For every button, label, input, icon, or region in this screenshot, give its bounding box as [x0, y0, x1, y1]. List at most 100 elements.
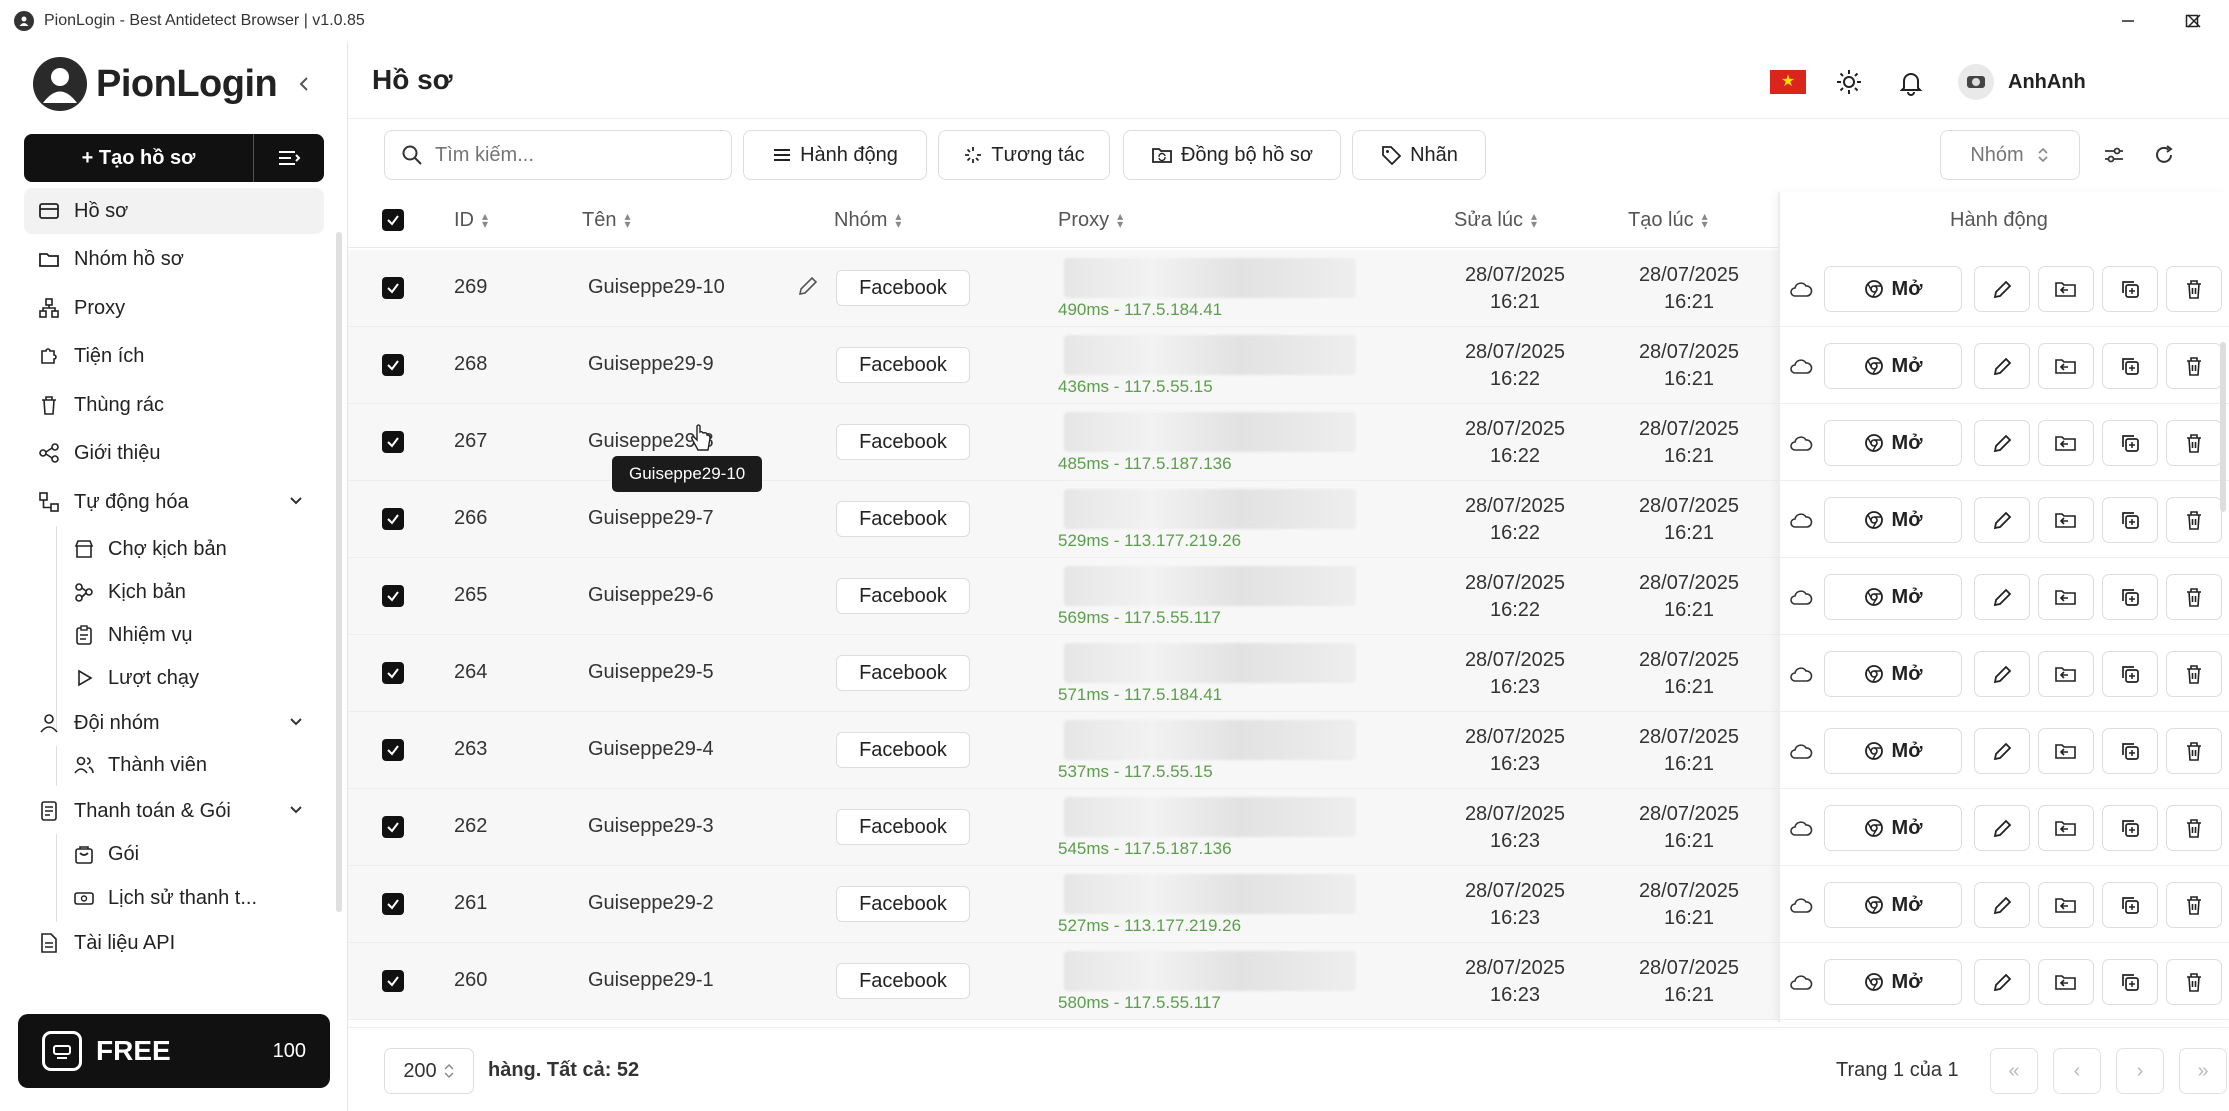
page-size-select[interactable]: 200: [384, 1048, 474, 1094]
interact-button[interactable]: Tương tác: [938, 130, 1110, 180]
row-name[interactable]: Guiseppe29-7: [588, 507, 714, 530]
edit-profile-button[interactable]: [1974, 728, 2030, 774]
delete-button[interactable]: [2166, 882, 2222, 928]
delete-button[interactable]: [2166, 266, 2222, 312]
language-flag-icon[interactable]: ★: [1770, 70, 1806, 94]
duplicate-button[interactable]: [2102, 497, 2158, 543]
duplicate-button[interactable]: [2102, 882, 2158, 928]
edit-profile-button[interactable]: [1974, 805, 2030, 851]
row-name[interactable]: Guiseppe29-10: [588, 276, 725, 299]
nav-trash[interactable]: Thùng rác: [24, 382, 324, 428]
nav-extensions[interactable]: Tiện ích: [24, 333, 324, 379]
edit-profile-button[interactable]: [1974, 420, 2030, 466]
nav-api-docs[interactable]: Tài liệu API: [24, 920, 324, 966]
search-input[interactable]: [435, 143, 715, 167]
minimize-button[interactable]: [2096, 0, 2160, 42]
cloud-icon[interactable]: [1786, 505, 1816, 535]
group-filter-select[interactable]: Nhóm: [1940, 130, 2080, 180]
col-modified[interactable]: Sửa lúc ▴ ▾: [1454, 192, 1537, 248]
duplicate-button[interactable]: [2102, 574, 2158, 620]
move-group-button[interactable]: [2038, 574, 2094, 620]
select-all-checkbox[interactable]: [382, 192, 404, 248]
row-checkbox[interactable]: [382, 739, 404, 761]
cloud-icon[interactable]: [1786, 967, 1816, 997]
open-browser-button[interactable]: Mở: [1824, 497, 1962, 543]
row-name[interactable]: Guiseppe29-1: [588, 969, 714, 992]
row-checkbox[interactable]: [382, 508, 404, 530]
nav-billing[interactable]: Thanh toán & Gói: [24, 788, 324, 834]
move-group-button[interactable]: [2038, 420, 2094, 466]
duplicate-button[interactable]: [2102, 728, 2158, 774]
open-browser-button[interactable]: Mở: [1824, 959, 1962, 1005]
nav-profile-groups[interactable]: Nhóm hồ sơ: [24, 236, 324, 282]
sidebar-scrollbar[interactable]: [336, 232, 342, 912]
row-name[interactable]: Guiseppe29-9: [588, 353, 714, 376]
row-name[interactable]: Guiseppe29-6: [588, 584, 714, 607]
prev-page-button[interactable]: ‹: [2053, 1048, 2101, 1094]
duplicate-button[interactable]: [2102, 805, 2158, 851]
duplicate-button[interactable]: [2102, 959, 2158, 1005]
delete-button[interactable]: [2166, 497, 2222, 543]
edit-profile-button[interactable]: [1974, 959, 2030, 1005]
open-browser-button[interactable]: Mở: [1824, 343, 1962, 389]
cloud-icon[interactable]: [1786, 274, 1816, 304]
nav-proxy[interactable]: Proxy: [24, 285, 324, 331]
nav-payment-history[interactable]: Lịch sử thanh t...: [68, 878, 324, 918]
edit-profile-button[interactable]: [1974, 882, 2030, 928]
row-name[interactable]: Guiseppe29-3: [588, 815, 714, 838]
move-group-button[interactable]: [2038, 805, 2094, 851]
row-name[interactable]: Guiseppe29-4: [588, 738, 714, 761]
move-group-button[interactable]: [2038, 497, 2094, 543]
search-box[interactable]: [384, 130, 732, 180]
refresh-button[interactable]: [2144, 130, 2184, 180]
row-checkbox[interactable]: [382, 585, 404, 607]
edit-profile-button[interactable]: [1974, 266, 2030, 312]
tags-button[interactable]: Nhãn: [1352, 130, 1486, 180]
nav-referral[interactable]: Giới thiệu: [24, 430, 324, 476]
cloud-icon[interactable]: [1786, 659, 1816, 689]
move-group-button[interactable]: [2038, 266, 2094, 312]
collapse-sidebar-button[interactable]: [292, 72, 316, 96]
col-name[interactable]: Tên ▴ ▾: [582, 192, 631, 248]
next-page-button[interactable]: ›: [2116, 1048, 2164, 1094]
duplicate-button[interactable]: [2102, 651, 2158, 697]
nav-plans[interactable]: Gói: [68, 834, 324, 874]
cloud-icon[interactable]: [1786, 736, 1816, 766]
edit-name-icon[interactable]: [796, 274, 820, 298]
col-id[interactable]: ID ▴ ▾: [454, 192, 488, 248]
cloud-icon[interactable]: [1786, 582, 1816, 612]
delete-button[interactable]: [2166, 651, 2222, 697]
row-checkbox[interactable]: [382, 277, 404, 299]
row-name[interactable]: Guiseppe29-2: [588, 892, 714, 915]
delete-button[interactable]: [2166, 728, 2222, 774]
row-checkbox[interactable]: [382, 431, 404, 453]
move-group-button[interactable]: [2038, 651, 2094, 697]
table-scrollbar[interactable]: [2220, 342, 2226, 512]
delete-button[interactable]: [2166, 420, 2222, 466]
open-browser-button[interactable]: Mở: [1824, 805, 1962, 851]
delete-button[interactable]: [2166, 805, 2222, 851]
move-group-button[interactable]: [2038, 959, 2094, 1005]
duplicate-button[interactable]: [2102, 266, 2158, 312]
last-page-button[interactable]: »: [2179, 1048, 2227, 1094]
edit-profile-button[interactable]: [1974, 497, 2030, 543]
delete-button[interactable]: [2166, 574, 2222, 620]
edit-profile-button[interactable]: [1974, 574, 2030, 620]
nav-scripts[interactable]: Kịch bản: [68, 572, 324, 612]
move-group-button[interactable]: [2038, 343, 2094, 389]
row-checkbox[interactable]: [382, 970, 404, 992]
first-page-button[interactable]: «: [1990, 1048, 2038, 1094]
avatar[interactable]: [1958, 64, 1994, 100]
close-window-button[interactable]: [2162, 0, 2226, 42]
edit-profile-button[interactable]: [1974, 343, 2030, 389]
sync-profiles-button[interactable]: Đồng bộ hồ sơ: [1123, 130, 1341, 180]
row-name[interactable]: Guiseppe29-5: [588, 661, 714, 684]
actions-button[interactable]: Hành động: [743, 130, 927, 180]
open-browser-button[interactable]: Mở: [1824, 266, 1962, 312]
open-browser-button[interactable]: Mở: [1824, 420, 1962, 466]
duplicate-button[interactable]: [2102, 343, 2158, 389]
cloud-icon[interactable]: [1786, 890, 1816, 920]
open-browser-button[interactable]: Mở: [1824, 574, 1962, 620]
move-group-button[interactable]: [2038, 882, 2094, 928]
row-checkbox[interactable]: [382, 893, 404, 915]
